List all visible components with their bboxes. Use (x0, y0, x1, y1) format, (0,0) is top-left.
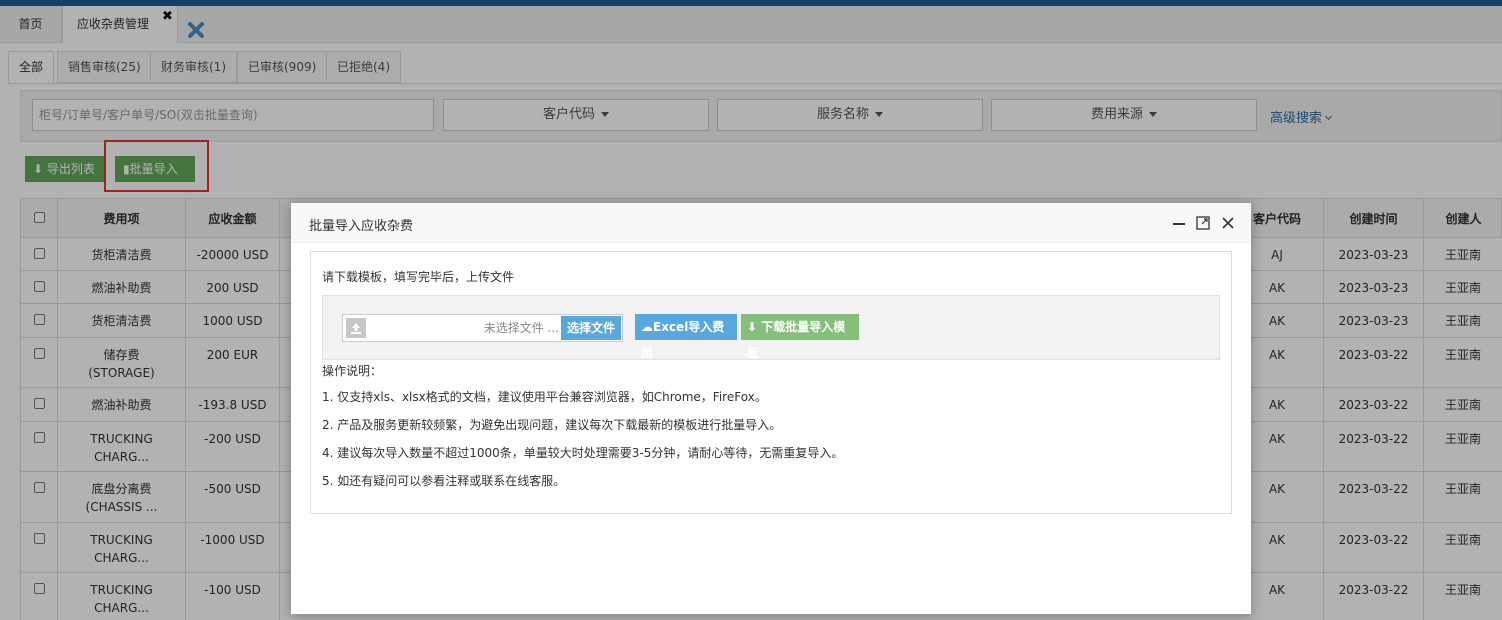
choose-file-button[interactable]: 选择文件 (561, 316, 621, 340)
instructions-title: 操作说明： (322, 364, 383, 378)
batch-import-modal: 批量导入应收杂费 请下载模板，填写完毕后，上传文件 未选择文件 ... 选择文件… (291, 203, 1251, 614)
modal-header: 批量导入应收杂费 (291, 203, 1251, 243)
upload-icon (346, 318, 366, 338)
download-template-button[interactable]: ⬇ 下载批量导入模板 (741, 314, 859, 360)
upload-tip: 请下载模板，填写完毕后，上传文件 (322, 270, 515, 284)
modal-body: 请下载模板，填写完毕后，上传文件 未选择文件 ... 选择文件 ☁Excel导入… (310, 251, 1232, 514)
upload-zone: 未选择文件 ... 选择文件 ☁Excel导入费用 ⬇ 下载批量导入模板 (322, 295, 1220, 360)
cloud-upload-icon: ☁ (641, 320, 653, 334)
file-input[interactable]: 未选择文件 ... 选择文件 (342, 314, 623, 342)
maximize-icon[interactable] (1195, 215, 1211, 231)
download-template-label: 下载批量导入模板 (747, 320, 846, 360)
page: 首页 应收杂费管理 ✖ 全部 销售审核(25) 财务审核(1) 已审核(909)… (0, 0, 1502, 620)
modal-title: 批量导入应收杂费 (309, 219, 414, 234)
instruction-item: 1. 仅支持xls、xlsx格式的文档，建议使用平台兼容浏览器，如Chrome，… (322, 390, 767, 404)
instructions-list: 1. 仅支持xls、xlsx格式的文档，建议使用平台兼容浏览器，如Chrome，… (322, 388, 843, 500)
download-icon: ⬇ (747, 320, 762, 334)
excel-import-button[interactable]: ☁Excel导入费用 (635, 314, 737, 360)
excel-import-label: Excel导入费用 (641, 320, 725, 360)
instruction-item: 2. 产品及服务更新较频繁，为避免出现问题，建议每次下载最新的模板进行批量导入。 (322, 418, 782, 432)
minimize-icon[interactable] (1171, 215, 1187, 231)
close-icon[interactable] (1220, 215, 1236, 231)
instruction-item: 4. 建议每次导入数量不超过1000条，单量较大时处理需要3-5分钟，请耐心等待… (322, 446, 844, 460)
instruction-item: 5. 如还有疑问可以参看注释或联系在线客服。 (322, 474, 566, 488)
file-placeholder: 未选择文件 ... (483, 321, 559, 335)
